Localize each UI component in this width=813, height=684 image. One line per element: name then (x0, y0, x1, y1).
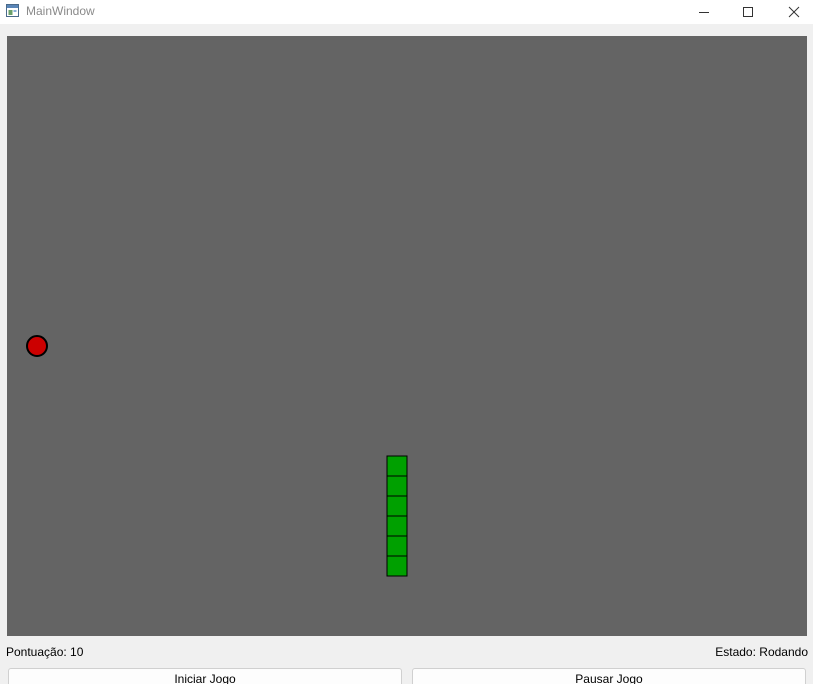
main-window: MainWindow Pontuação: 10 Estado: Rodando… (0, 0, 813, 684)
pause-game-button[interactable]: Pausar Jogo (412, 668, 806, 684)
snake-segment (386, 455, 408, 477)
snake (386, 455, 408, 577)
app-window-icon (6, 4, 19, 17)
minimize-icon (699, 12, 709, 13)
snake-segment (386, 555, 408, 577)
minimize-button[interactable] (681, 0, 727, 24)
start-game-button[interactable]: Iniciar Jogo (8, 668, 402, 684)
close-icon (788, 6, 800, 18)
game-state-label: Estado: Rodando (715, 645, 808, 659)
close-button[interactable] (771, 0, 813, 24)
game-board[interactable] (7, 36, 807, 636)
score-label: Pontuação: 10 (6, 645, 84, 659)
title-bar[interactable]: MainWindow (0, 0, 813, 24)
game-canvas (7, 36, 807, 636)
snake-segment (386, 535, 408, 557)
food-apple (26, 335, 48, 357)
snake-segment (386, 495, 408, 517)
snake-segment (386, 515, 408, 537)
snake-segment (386, 475, 408, 497)
maximize-button[interactable] (725, 0, 771, 24)
window-title: MainWindow (26, 4, 95, 18)
maximize-icon (743, 7, 753, 17)
